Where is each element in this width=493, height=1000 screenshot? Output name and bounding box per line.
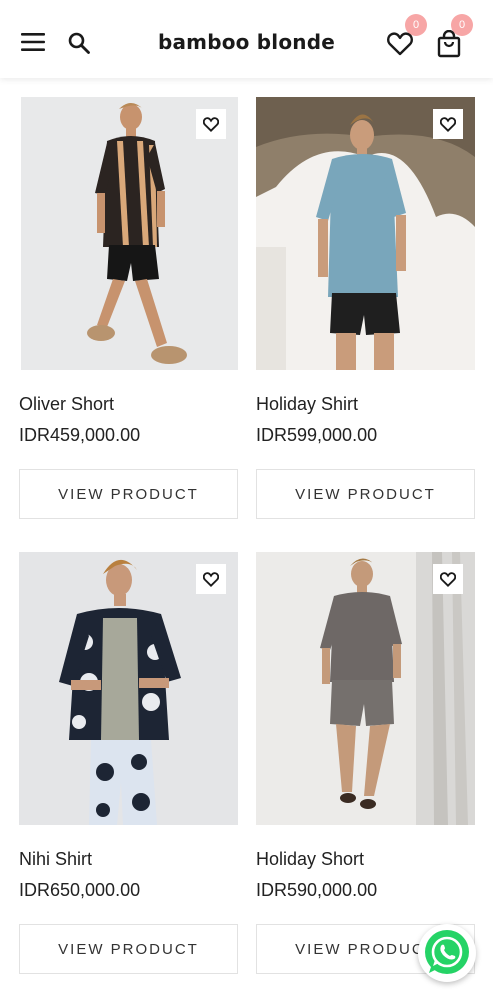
product-name[interactable]: Nihi Shirt: [19, 849, 92, 870]
product-price: IDR599,000.00: [256, 425, 378, 445]
product-card: Nihi Shirt IDR650,000.00 VIEW PRODUCT: [19, 552, 238, 974]
product-image[interactable]: [256, 97, 475, 370]
favorite-button[interactable]: [433, 109, 463, 139]
wishlist-button[interactable]: [384, 28, 416, 60]
favorite-button[interactable]: [196, 564, 226, 594]
heart-icon: [203, 571, 219, 587]
whatsapp-icon: [425, 930, 469, 974]
whatsapp-chat-button[interactable]: [418, 924, 476, 982]
heart-icon: [440, 116, 456, 132]
shopping-bag-icon: [437, 30, 461, 58]
product-card: Holiday Shirt IDR599,000.00 VIEW PRODUCT: [256, 97, 475, 519]
product-name[interactable]: Oliver Short: [19, 394, 114, 415]
view-product-button[interactable]: VIEW PRODUCT: [19, 924, 238, 974]
product-price: IDR590,000.00: [256, 880, 378, 900]
site-header: bamboo blonde 0 0: [0, 0, 493, 78]
view-product-button[interactable]: VIEW PRODUCT: [19, 469, 238, 519]
product-image[interactable]: [19, 97, 238, 370]
product-card: Oliver Short IDR459,000.00 VIEW PRODUCT: [19, 97, 238, 519]
view-product-button[interactable]: VIEW PRODUCT: [256, 469, 475, 519]
product-image[interactable]: [19, 552, 238, 825]
favorite-button[interactable]: [433, 564, 463, 594]
product-name[interactable]: Holiday Short: [256, 849, 364, 870]
heart-icon: [387, 32, 413, 56]
product-price: IDR459,000.00: [19, 425, 141, 445]
cart-button[interactable]: [433, 27, 465, 61]
favorite-button[interactable]: [196, 109, 226, 139]
heart-icon: [203, 116, 219, 132]
product-card: Holiday Short IDR590,000.00 VIEW PRODUCT: [256, 552, 475, 974]
product-image[interactable]: [256, 552, 475, 825]
product-name[interactable]: Holiday Shirt: [256, 394, 358, 415]
heart-icon: [440, 571, 456, 587]
product-price: IDR650,000.00: [19, 880, 141, 900]
